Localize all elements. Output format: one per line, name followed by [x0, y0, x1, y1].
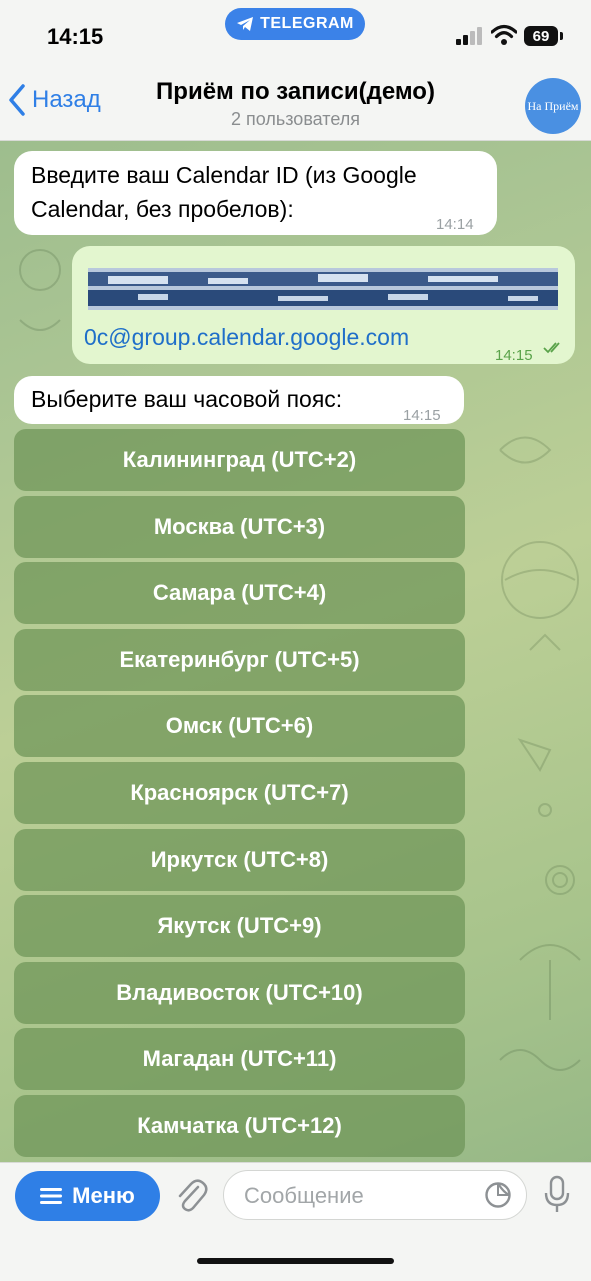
incoming-message: Выберите ваш часовой пояс: 14:15	[14, 376, 464, 424]
timezone-button-krasnoyarsk[interactable]: Красноярск (UTC+7)	[14, 762, 465, 824]
message-time: 14:15	[403, 407, 441, 424]
signal-icon	[456, 27, 482, 45]
chat-header: 14:15 TELEGRAM 69 Назад Приём по записи(…	[0, 0, 591, 141]
read-checks-icon	[543, 342, 560, 354]
timezone-button-samara[interactable]: Самара (UTC+4)	[14, 562, 465, 624]
menu-lines-icon	[40, 1188, 63, 1204]
paperclip-icon[interactable]	[174, 1177, 208, 1215]
timezone-button-yekaterinburg[interactable]: Екатеринбург (UTC+5)	[14, 629, 465, 691]
menu-button[interactable]: Меню	[15, 1171, 160, 1221]
home-indicator	[197, 1258, 394, 1264]
redacted-text-image	[88, 268, 558, 310]
battery-indicator: 69	[524, 26, 563, 46]
message-time: 14:15	[495, 347, 533, 364]
menu-label: Меню	[72, 1183, 135, 1208]
timezone-button-kaliningrad[interactable]: Калининград (UTC+2)	[14, 429, 465, 491]
telegram-pill-label: TELEGRAM	[260, 15, 354, 32]
sticker-icon[interactable]	[484, 1181, 512, 1209]
message-text-line: Введите ваш Calendar ID (из Google	[31, 162, 417, 188]
chat-title[interactable]: Приём по записи(демо)	[0, 78, 591, 106]
telegram-plane-icon	[237, 17, 254, 31]
timezone-button-moscow[interactable]: Москва (UTC+3)	[14, 496, 465, 558]
message-text-line: Calendar, без пробелов):	[31, 196, 294, 222]
message-input[interactable]	[242, 1171, 476, 1221]
timezone-button-irkutsk[interactable]: Иркутск (UTC+8)	[14, 829, 465, 891]
timezone-button-yakutsk[interactable]: Якутск (UTC+9)	[14, 895, 465, 957]
message-time: 14:14	[436, 216, 474, 233]
timezone-button-kamchatka[interactable]: Камчатка (UTC+12)	[14, 1095, 465, 1157]
timezone-button-vladivostok[interactable]: Владивосток (UTC+10)	[14, 962, 465, 1024]
timezone-button-omsk[interactable]: Омск (UTC+6)	[14, 695, 465, 757]
telegram-pill[interactable]: TELEGRAM	[225, 8, 365, 40]
incoming-message: Введите ваш Calendar ID (из Google Calen…	[14, 151, 497, 235]
wifi-icon	[491, 24, 517, 45]
message-field[interactable]	[223, 1170, 527, 1221]
outgoing-message: 0c@group.calendar.google.com 14:15	[72, 246, 575, 364]
microphone-icon[interactable]	[542, 1175, 572, 1215]
message-text: Выберите ваш часовой пояс:	[31, 386, 343, 412]
timezone-button-magadan[interactable]: Магадан (UTC+11)	[14, 1028, 465, 1090]
chat-avatar[interactable]: На Приём	[525, 78, 581, 134]
chat-subtitle: 2 пользователя	[231, 109, 360, 129]
status-time: 14:15	[47, 24, 104, 49]
calendar-id-text: 0c@group.calendar.google.com	[84, 324, 410, 350]
